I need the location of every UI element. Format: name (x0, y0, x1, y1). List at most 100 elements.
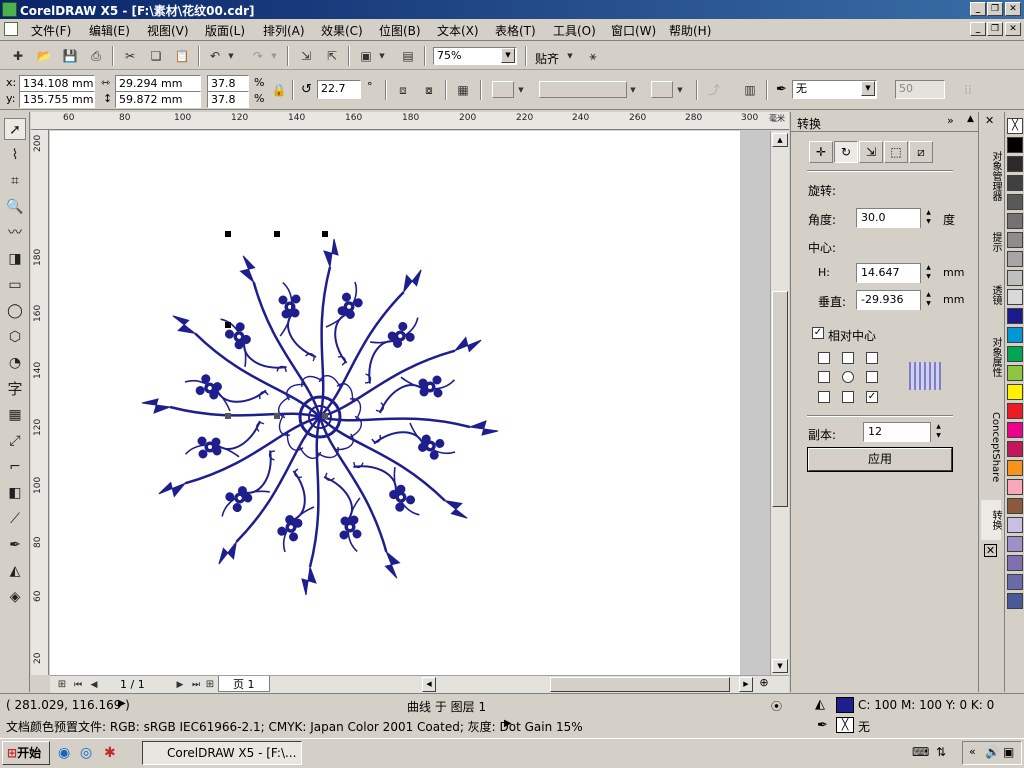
undo-icon[interactable]: ↶ (205, 47, 225, 65)
close-button[interactable]: ✕ (1005, 2, 1021, 16)
line-style-icon[interactable] (539, 81, 627, 98)
doc-restore-button[interactable]: ❐ (987, 22, 1003, 36)
rectangle-tool-icon[interactable]: ▭ (4, 274, 26, 296)
palette-swatch[interactable] (1007, 137, 1023, 153)
dots-grid-icon[interactable]: ⁞⁞ (958, 81, 978, 99)
y-position-field[interactable]: 135.755 mm (19, 91, 95, 108)
line-start-arrow-icon[interactable] (492, 81, 514, 98)
zoom-tool-icon[interactable]: 🔍 (4, 196, 26, 218)
menu-text[interactable]: 文本(X) (437, 22, 479, 39)
tab-hints[interactable]: 提示 (981, 222, 1001, 262)
tab-conceptshare[interactable]: ConceptShare (981, 402, 1001, 492)
anchor-bottom-left[interactable] (818, 391, 830, 403)
quick-launch-icon[interactable]: ✱ (104, 745, 116, 761)
doc-close-button[interactable]: ✕ (1005, 22, 1021, 36)
outline-pen-icon[interactable]: ▥ (740, 81, 760, 99)
outline-none-swatch[interactable]: ╳ (836, 717, 854, 733)
menu-view[interactable]: 视图(V) (147, 22, 189, 39)
center-h-spinner-icon[interactable]: ▲ ▼ (920, 263, 936, 283)
width-field[interactable]: 29.294 mm (115, 75, 201, 92)
scroll-left-icon[interactable]: ◀ (422, 677, 436, 692)
palette-swatch[interactable] (1007, 175, 1023, 191)
palette-swatch[interactable] (1007, 422, 1023, 438)
vertical-scrollbar[interactable]: ▲ ▼ (770, 131, 789, 675)
docker-collapse-icon[interactable]: ▲ (967, 114, 974, 124)
menu-edit[interactable]: 编辑(E) (89, 22, 130, 39)
line-end-arrow-icon[interactable] (651, 81, 673, 98)
anchor-top-center[interactable] (842, 352, 854, 364)
coords-expand-icon[interactable]: ▶ (118, 698, 126, 709)
menu-file[interactable]: 文件(F) (31, 22, 71, 39)
profile-expand-icon[interactable]: ▶ (504, 718, 512, 729)
palette-swatch[interactable] (1007, 232, 1023, 248)
copies-spinner-icon[interactable]: ▲ ▼ (930, 422, 946, 442)
palette-swatch[interactable] (1007, 289, 1023, 305)
palette-swatch[interactable] (1007, 403, 1023, 419)
lock-ratio-icon[interactable]: 🔒 (269, 81, 289, 99)
menu-help[interactable]: 帮助(H) (669, 22, 711, 39)
apply-button[interactable]: 应用 (807, 447, 953, 472)
tab-object-properties[interactable]: 对象属性 (981, 322, 1001, 392)
palette-swatch[interactable] (1007, 156, 1023, 172)
restore-button[interactable]: ❐ (987, 2, 1003, 16)
print-icon[interactable]: ⎙ (86, 47, 106, 65)
scroll-up-icon[interactable]: ▲ (772, 133, 788, 147)
palette-swatch[interactable] (1007, 308, 1023, 324)
vertical-ruler[interactable]: 200 180 160 140 120 100 80 60 40 20 (31, 130, 49, 675)
zoom-dropdown-icon[interactable]: ▼ (501, 48, 515, 63)
interactive-fill-icon[interactable]: ◈ (4, 586, 26, 608)
palette-swatch[interactable] (1007, 574, 1023, 590)
tab-object-manager[interactable]: 对象管理器 (981, 136, 1001, 216)
palette-swatch[interactable] (1007, 479, 1023, 495)
close-tab-icon[interactable]: ✕ (984, 544, 997, 557)
cut-icon[interactable]: ✂ (120, 47, 140, 65)
relative-center-checkbox[interactable]: ✓ (812, 327, 824, 339)
anchor-bottom-center[interactable] (842, 391, 854, 403)
snap-dropdown-icon[interactable]: ▼ (565, 47, 575, 65)
scroll-down-icon[interactable]: ▼ (772, 659, 788, 673)
center-v-spinner-icon[interactable]: ▲ ▼ (920, 290, 936, 310)
outline-width-dropdown-icon[interactable]: ▼ (861, 81, 875, 96)
line-style-dropdown-icon[interactable]: ▼ (628, 81, 638, 99)
ie-icon[interactable]: ◉ (58, 745, 70, 761)
redo-icon[interactable]: ↷ (248, 47, 268, 65)
menu-table[interactable]: 表格(T) (495, 22, 536, 39)
tray-expand-icon[interactable]: « (969, 745, 976, 758)
menu-bitmaps[interactable]: 位图(B) (379, 22, 421, 39)
outline-tool-icon[interactable]: ✒ (4, 534, 26, 556)
angle-spinner-icon[interactable]: ▲ ▼ (920, 208, 936, 228)
rotate-tab-icon[interactable]: ↻ (834, 141, 858, 163)
size-tab-icon[interactable]: ⬚ (884, 141, 908, 163)
connector-tool-icon[interactable]: ⌐ (4, 456, 26, 478)
scale-tab-icon[interactable]: ⇲ (859, 141, 883, 163)
open-folder-icon[interactable]: 📂 (34, 47, 54, 65)
palette-swatch[interactable] (1007, 517, 1023, 533)
palette-swatch[interactable] (1007, 194, 1023, 210)
minimize-button[interactable]: _ (970, 2, 986, 16)
palette-swatch[interactable] (1007, 365, 1023, 381)
anchor-center[interactable] (842, 371, 854, 383)
anchor-middle-right[interactable] (866, 371, 878, 383)
vertical-scroll-thumb[interactable] (772, 291, 788, 507)
undo-dropdown-icon[interactable]: ▼ (226, 47, 236, 65)
snap-to-label[interactable]: 贴齐 (535, 50, 559, 67)
palette-swatch[interactable] (1007, 536, 1023, 552)
palette-swatch[interactable] (1007, 498, 1023, 514)
anchor-top-right[interactable] (866, 352, 878, 364)
text-tool-icon[interactable]: 字 (4, 378, 26, 400)
palette-swatch[interactable] (1007, 213, 1023, 229)
convert-to-curves-icon[interactable]: ⤴ (704, 81, 724, 99)
keyboard-icon[interactable]: ⌨ (912, 745, 929, 759)
menu-effects[interactable]: 效果(C) (321, 22, 363, 39)
palette-swatch[interactable] (1007, 460, 1023, 476)
menu-arrange[interactable]: 排列(A) (263, 22, 305, 39)
page-tab-1[interactable]: 页 1 (218, 676, 270, 692)
height-field[interactable]: 59.872 mm (115, 91, 201, 108)
launcher-dropdown-icon[interactable]: ▼ (377, 47, 387, 65)
no-color-swatch[interactable]: ╳ (1007, 118, 1023, 134)
anchor-middle-left[interactable] (818, 371, 830, 383)
paste-icon[interactable]: 📋 (172, 47, 192, 65)
horizontal-scroll-thumb[interactable] (550, 677, 730, 692)
scale-y-field[interactable]: 37.8 (207, 91, 249, 108)
copy-icon[interactable]: ❏ (146, 47, 166, 65)
